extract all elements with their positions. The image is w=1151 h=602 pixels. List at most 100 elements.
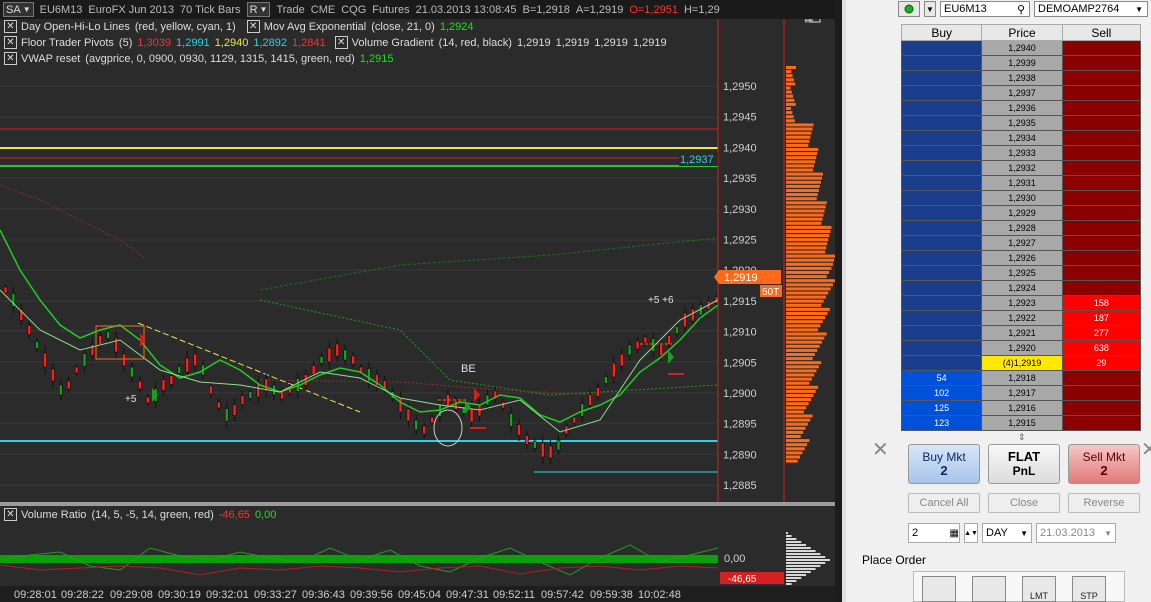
sell-cell[interactable]: 187 — [1061, 310, 1142, 326]
buy-cell[interactable] — [900, 130, 983, 146]
sell-market-button[interactable]: Sell Mkt 2 — [1068, 444, 1140, 484]
lower-profile-bar — [786, 544, 806, 546]
close-icon[interactable]: ✕ — [334, 36, 348, 49]
sell-cell[interactable] — [1061, 280, 1142, 296]
lower-profile-bar — [786, 574, 806, 576]
buy-cell[interactable]: 125 — [900, 400, 983, 416]
sell-cell[interactable] — [1061, 205, 1142, 221]
buy-stop-order-button[interactable] — [972, 576, 1006, 602]
limit-order-button[interactable]: LMT — [1022, 576, 1056, 602]
chart-panel[interactable]: BE +5 +5 +6 1,2950 1,2945 1,2940 1,2935 1,29… — [0, 0, 835, 602]
buy-cell[interactable] — [900, 355, 983, 371]
quantity-stepper[interactable]: ▲▼ — [964, 523, 978, 543]
calculator-icon[interactable]: ▦ — [950, 528, 959, 539]
buy-cell[interactable] — [900, 190, 983, 206]
buy-market-button[interactable]: Buy Mkt 2 — [908, 444, 980, 484]
buy-cell[interactable] — [900, 220, 983, 236]
date-picker[interactable]: 21.03.2013 ▼ — [1036, 523, 1116, 543]
buy-cell[interactable] — [900, 175, 983, 191]
reverse-button[interactable]: Reverse — [1068, 493, 1140, 513]
buy-cell[interactable] — [900, 85, 983, 101]
dom-row: 1,2935 — [900, 115, 1142, 131]
link-toggle-button[interactable] — [898, 1, 920, 17]
sell-cell[interactable] — [1061, 175, 1142, 191]
collapse-left-icon[interactable]: ✕ — [872, 437, 889, 462]
buy-cell[interactable] — [900, 280, 983, 296]
sell-cell[interactable]: 638 — [1061, 340, 1142, 356]
sell-cell[interactable]: 277 — [1061, 325, 1142, 341]
volume-profile-bar — [786, 365, 819, 369]
dom-row: 1,2929 — [900, 205, 1142, 221]
search-icon[interactable]: ⚲ — [1017, 3, 1025, 16]
account-dropdown[interactable]: DEMOAMP2764 ▼ — [1034, 1, 1148, 17]
sell-cell[interactable] — [1061, 250, 1142, 266]
dom-row: 125 1,2916 — [900, 400, 1142, 416]
close-icon[interactable]: ✕ — [4, 20, 17, 33]
sell-cell[interactable]: 29 — [1061, 355, 1142, 371]
buy-cell[interactable] — [900, 145, 983, 161]
sell-cell[interactable] — [1061, 145, 1142, 161]
sell-cell[interactable]: 158 — [1061, 295, 1142, 311]
buy-cell[interactable] — [900, 40, 983, 56]
buy-cell[interactable] — [900, 70, 983, 86]
stop-order-button[interactable]: STP — [1072, 576, 1106, 602]
buy-cell[interactable] — [900, 265, 983, 281]
sell-cell[interactable] — [1061, 235, 1142, 251]
sell-cell[interactable] — [1061, 265, 1142, 281]
r-dropdown[interactable]: R ▼ — [246, 2, 271, 17]
flat-button[interactable]: FLAT PnL — [988, 444, 1060, 484]
buy-cell[interactable] — [900, 250, 983, 266]
buy-cell[interactable] — [900, 235, 983, 251]
sell-cell[interactable] — [1061, 160, 1142, 176]
sell-cell[interactable] — [1061, 85, 1142, 101]
close-button[interactable]: Close — [988, 493, 1060, 513]
volume-profile-bar — [786, 152, 818, 156]
volume-profile-bar — [786, 455, 801, 459]
buy-limit-order-button[interactable] — [922, 576, 956, 602]
buy-cell[interactable] — [900, 115, 983, 131]
close-icon[interactable]: ✕ — [246, 20, 260, 33]
sell-cell[interactable] — [1061, 400, 1142, 416]
buy-cell[interactable] — [900, 205, 983, 221]
candle-body — [509, 413, 513, 427]
close-icon[interactable]: ✕ — [4, 36, 17, 49]
collapse-right-icon[interactable]: ✕ — [1141, 437, 1151, 462]
volume-profile-bar — [786, 348, 818, 352]
sell-cell[interactable] — [1061, 370, 1142, 386]
buy-cell[interactable] — [900, 100, 983, 116]
sell-cell[interactable] — [1061, 190, 1142, 206]
sell-cell[interactable] — [1061, 40, 1142, 56]
link-dropdown-button[interactable]: ▼ — [924, 1, 936, 17]
buy-cell[interactable] — [900, 295, 983, 311]
buy-cell[interactable] — [900, 55, 983, 71]
sell-cell[interactable] — [1061, 70, 1142, 86]
sell-cell[interactable] — [1061, 115, 1142, 131]
buy-cell[interactable]: 123 — [900, 415, 983, 431]
sell-cell[interactable] — [1061, 55, 1142, 71]
ladder-resize-handle[interactable]: ⇕ — [1018, 432, 1026, 443]
buy-cell[interactable]: 54 — [900, 370, 983, 386]
sell-cell[interactable] — [1061, 100, 1142, 116]
sell-cell[interactable] — [1061, 415, 1142, 431]
cancel-all-button[interactable]: Cancel All — [908, 493, 980, 513]
buy-cell[interactable] — [900, 160, 983, 176]
tif-dropdown[interactable]: DAY ▼ — [982, 523, 1032, 543]
buy-cell[interactable]: 102 — [900, 385, 983, 401]
volume-profile-bar — [786, 320, 823, 324]
quantity-input[interactable]: 2 ▦ — [908, 523, 960, 543]
lower-profile-bar — [786, 547, 811, 549]
close-icon[interactable]: ✕ — [4, 52, 17, 65]
symbol-input[interactable]: EU6M13 ⚲ — [940, 1, 1030, 17]
price-cell: 1,2934 — [981, 130, 1063, 146]
sa-dropdown[interactable]: SA ▼ — [3, 2, 34, 17]
sell-cell[interactable] — [1061, 130, 1142, 146]
sell-cell[interactable] — [1061, 385, 1142, 401]
candle-body — [454, 400, 458, 410]
volume-profile-bar — [786, 98, 795, 102]
buy-cell[interactable] — [900, 325, 983, 341]
buy-cell[interactable] — [900, 310, 983, 326]
vol-grad-v4: 1,2919 — [632, 36, 667, 49]
sell-cell[interactable] — [1061, 220, 1142, 236]
buy-cell[interactable] — [900, 340, 983, 356]
close-icon[interactable]: ✕ — [4, 508, 17, 521]
